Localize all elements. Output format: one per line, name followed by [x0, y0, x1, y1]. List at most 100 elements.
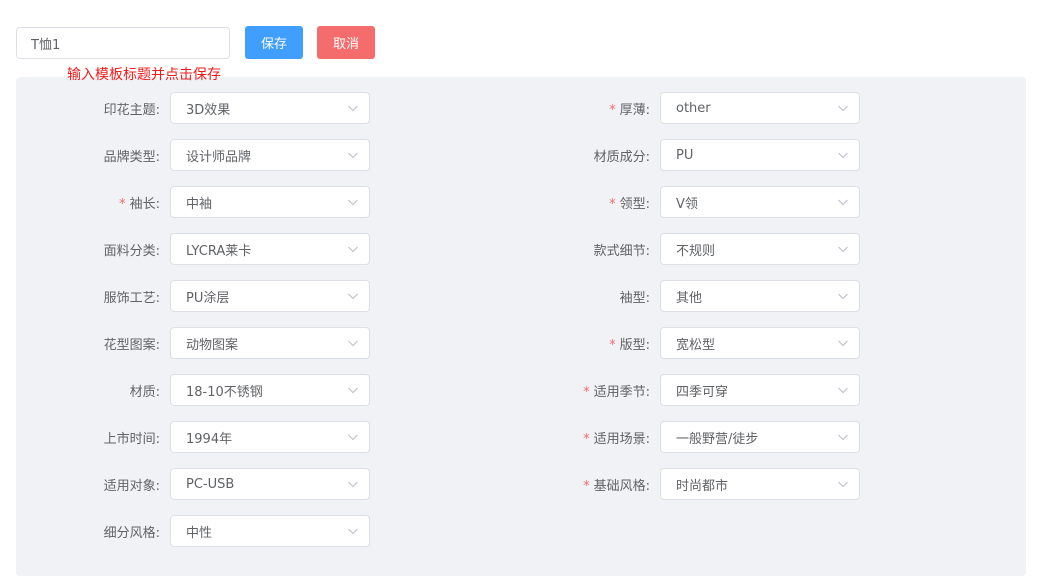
- chevron-down-icon: [347, 102, 359, 114]
- select-value: 中袖: [186, 196, 213, 212]
- chevron-down-icon: [347, 196, 359, 208]
- chevron-down-icon: [837, 196, 849, 208]
- field-label: * 适用季节:: [520, 381, 660, 400]
- form-row: 印花主题: 3D效果: [30, 92, 370, 124]
- form-row: * 领型: V领: [520, 186, 860, 218]
- chevron-down-icon: [837, 478, 849, 490]
- field-select[interactable]: 其他: [660, 280, 860, 312]
- form-row: 款式细节: 不规则: [520, 233, 860, 265]
- field-label-text: 款式细节:: [593, 243, 650, 259]
- field-select[interactable]: 时尚都市: [660, 468, 860, 500]
- select-value: 其他: [676, 290, 703, 306]
- field-label: * 基础风格:: [520, 475, 660, 494]
- field-label: * 袖长:: [30, 193, 170, 212]
- form-row: 袖型: 其他: [520, 280, 860, 312]
- field-select[interactable]: 一般野营/徒步: [660, 421, 860, 453]
- required-asterisk: *: [583, 384, 590, 400]
- chevron-down-icon: [837, 102, 849, 114]
- field-label-text: 适用场景:: [593, 431, 650, 447]
- chevron-down-icon: [347, 243, 359, 255]
- form-row: 服饰工艺: PU涂层: [30, 280, 370, 312]
- field-select[interactable]: PU涂层: [170, 280, 370, 312]
- field-label-text: 基础风格:: [593, 478, 650, 494]
- field-label: * 厚薄:: [520, 99, 660, 118]
- field-select[interactable]: 中性: [170, 515, 370, 547]
- field-label-text: 袖型:: [619, 290, 650, 306]
- select-value: PU涂层: [186, 290, 230, 306]
- field-label: 材质成分:: [520, 146, 660, 165]
- required-asterisk: *: [609, 196, 616, 212]
- chevron-down-icon: [837, 243, 849, 255]
- required-asterisk: *: [609, 337, 616, 353]
- field-label-text: 花型图案:: [103, 337, 160, 353]
- field-label: 面料分类:: [30, 240, 170, 259]
- select-value: 18-10不锈钢: [186, 384, 263, 400]
- select-value: 宽松型: [676, 337, 716, 353]
- field-label-text: 品牌类型:: [103, 149, 160, 165]
- required-asterisk: *: [119, 196, 126, 212]
- select-value: 1994年: [186, 431, 233, 447]
- chevron-down-icon: [347, 525, 359, 537]
- select-value: 动物图案: [186, 337, 239, 353]
- field-select[interactable]: 设计师品牌: [170, 139, 370, 171]
- select-value: other: [676, 100, 711, 116]
- chevron-down-icon: [837, 337, 849, 349]
- select-value: PU: [676, 147, 694, 163]
- save-button[interactable]: 保存: [245, 26, 303, 59]
- form-row: * 适用季节: 四季可穿: [520, 374, 860, 406]
- field-label-text: 袖长:: [129, 196, 160, 212]
- form-row: 上市时间: 1994年: [30, 421, 370, 453]
- required-asterisk: *: [583, 431, 590, 447]
- select-value: 四季可穿: [676, 384, 729, 400]
- field-label-text: 印花主题:: [103, 102, 160, 118]
- field-label: * 版型:: [520, 334, 660, 353]
- save-hint-text: 输入模板标题并点击保存: [67, 67, 221, 83]
- select-value: PC-USB: [186, 476, 235, 492]
- field-select[interactable]: 3D效果: [170, 92, 370, 124]
- field-select[interactable]: 不规则: [660, 233, 860, 265]
- field-select[interactable]: 动物图案: [170, 327, 370, 359]
- form-row: 面料分类: LYCRA莱卡: [30, 233, 370, 265]
- form-row: 花型图案: 动物图案: [30, 327, 370, 359]
- field-label-text: 领型:: [619, 196, 650, 212]
- field-label: * 领型:: [520, 193, 660, 212]
- select-value: 3D效果: [186, 102, 231, 118]
- required-asterisk: *: [583, 478, 590, 494]
- form-row: 细分风格: 中性: [30, 515, 370, 547]
- select-value: 不规则: [676, 243, 716, 259]
- chevron-down-icon: [347, 384, 359, 396]
- cancel-button[interactable]: 取消: [317, 26, 375, 59]
- required-asterisk: *: [609, 102, 616, 118]
- chevron-down-icon: [347, 149, 359, 161]
- field-label-text: 材质成分:: [593, 149, 650, 165]
- chevron-down-icon: [347, 478, 359, 490]
- chevron-down-icon: [347, 337, 359, 349]
- chevron-down-icon: [837, 384, 849, 396]
- form-row: * 适用场景: 一般野营/徒步: [520, 421, 860, 453]
- field-label-text: 版型:: [619, 337, 650, 353]
- field-select[interactable]: other: [660, 92, 860, 124]
- form-row: * 袖长: 中袖: [30, 186, 370, 218]
- field-select[interactable]: LYCRA莱卡: [170, 233, 370, 265]
- field-select[interactable]: 中袖: [170, 186, 370, 218]
- field-select[interactable]: 宽松型: [660, 327, 860, 359]
- field-select[interactable]: 18-10不锈钢: [170, 374, 370, 406]
- field-select[interactable]: PU: [660, 139, 860, 171]
- field-label-text: 适用季节:: [593, 384, 650, 400]
- field-label: 细分风格:: [30, 522, 170, 541]
- field-label: 袖型:: [520, 287, 660, 306]
- template-title-input[interactable]: [16, 27, 230, 59]
- field-select[interactable]: V领: [660, 186, 860, 218]
- field-label-text: 服饰工艺:: [103, 290, 160, 306]
- form-row: 材质成分: PU: [520, 139, 860, 171]
- field-label-text: 上市时间:: [103, 431, 160, 447]
- chevron-down-icon: [837, 431, 849, 443]
- field-select[interactable]: 四季可穿: [660, 374, 860, 406]
- form-row: * 版型: 宽松型: [520, 327, 860, 359]
- chevron-down-icon: [347, 290, 359, 302]
- field-select[interactable]: 1994年: [170, 421, 370, 453]
- field-select[interactable]: PC-USB: [170, 468, 370, 500]
- field-label: 款式细节:: [520, 240, 660, 259]
- select-value: 一般野营/徒步: [676, 431, 759, 447]
- form-row: 适用对象: PC-USB: [30, 468, 370, 500]
